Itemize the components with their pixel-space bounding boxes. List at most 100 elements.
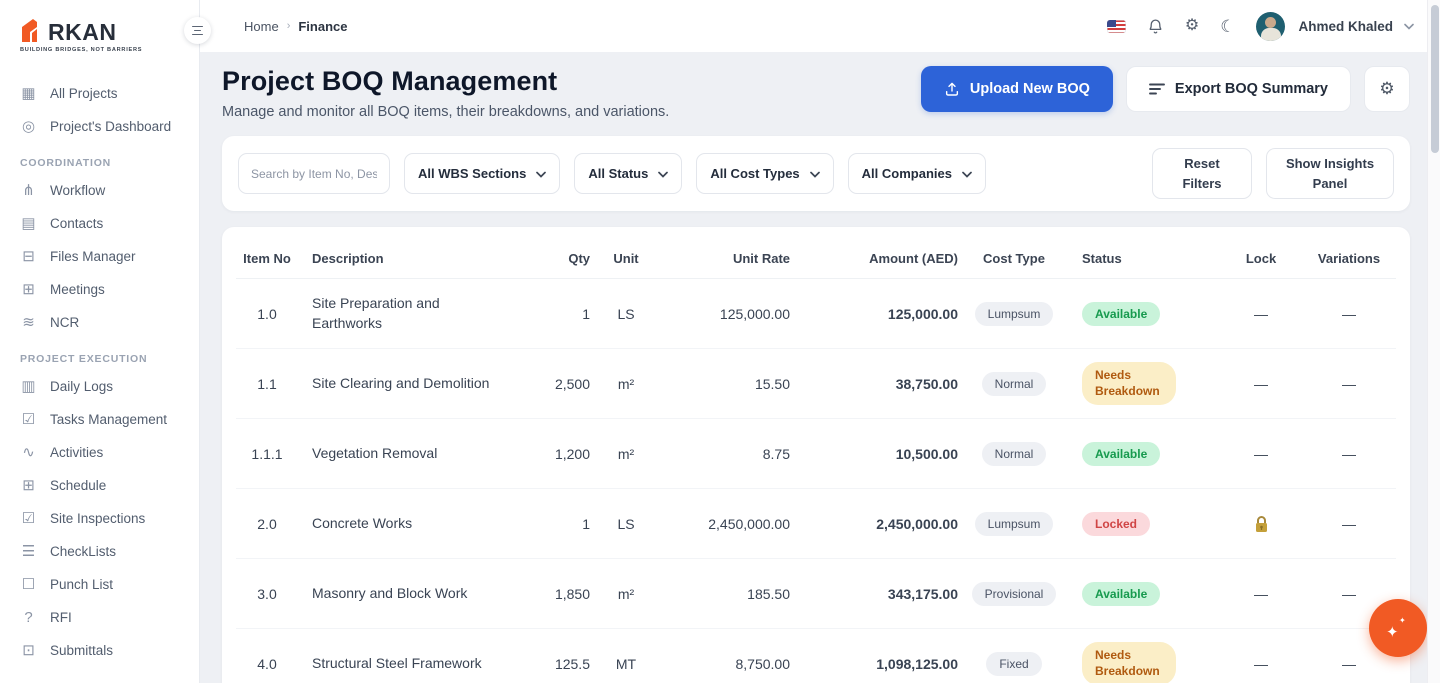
user-avatar[interactable] — [1256, 12, 1285, 41]
cell-lock: — — [1220, 656, 1302, 672]
dark-mode-moon-icon[interactable]: ☾ — [1220, 18, 1235, 35]
sidebar-item-projects[interactable]: ▦All Projects — [0, 77, 199, 110]
sidebar-item-submittals[interactable]: ⊡Submittals — [0, 634, 199, 667]
rfi-icon: ? — [20, 610, 37, 625]
column-header: Unit Rate — [662, 251, 790, 267]
sidebar-item-label: Tasks Management — [50, 412, 167, 427]
notifications-bell-icon[interactable] — [1147, 18, 1164, 35]
cell-cost-type: Lumpsum — [958, 302, 1070, 326]
cell-lock: — — [1220, 376, 1302, 392]
user-menu-chevron-icon[interactable] — [1404, 17, 1414, 35]
cost-type-badge: Normal — [982, 442, 1047, 466]
checklists-icon: ☰ — [20, 544, 37, 559]
cell-lock — [1220, 514, 1302, 532]
column-header: Variations — [1302, 251, 1396, 267]
cost-type-filter-select[interactable]: All Cost Types — [696, 153, 833, 194]
status-badge: Available — [1082, 302, 1160, 326]
boq-table: Item NoDescriptionQtyUnitUnit RateAmount… — [222, 227, 1410, 683]
cell-qty: 1,200 — [498, 446, 590, 462]
sidebar-item-checklists[interactable]: ☰CheckLists — [0, 535, 199, 568]
wbs-filter-select[interactable]: All WBS Sections — [404, 153, 560, 194]
cell-description: Vegetation Removal — [298, 444, 498, 464]
main-content: Project BOQ Management Manage and monito… — [200, 0, 1440, 683]
status-badge: Available — [1082, 582, 1160, 606]
scrollbar-thumb[interactable] — [1431, 5, 1439, 153]
column-header: Lock — [1220, 251, 1302, 267]
column-header: Description — [298, 251, 498, 267]
table-row[interactable]: 4.0Structural Steel Framework125.5MT8,75… — [236, 629, 1396, 683]
sidebar-item-label: Meetings — [50, 282, 105, 297]
sidebar-item-label: NCR — [50, 315, 79, 330]
table-row[interactable]: 1.1.1Vegetation Removal1,200m²8.7510,500… — [236, 419, 1396, 489]
cell-qty: 125.5 — [498, 656, 590, 672]
table-row[interactable]: 1.1Site Clearing and Demolition2,500m²15… — [236, 349, 1396, 419]
sidebar-item-contacts[interactable]: ▤Contacts — [0, 207, 199, 240]
column-header: Cost Type — [958, 251, 1070, 267]
export-lines-icon — [1149, 82, 1165, 96]
table-row[interactable]: 1.0Site Preparation and Earthworks1LS125… — [236, 279, 1396, 349]
sidebar-toggle-button[interactable] — [184, 17, 211, 44]
search-input[interactable] — [238, 153, 390, 194]
cost-type-badge: Provisional — [972, 582, 1057, 606]
user-name[interactable]: Ahmed Khaled — [1298, 19, 1393, 34]
status-filter-select[interactable]: All Status — [574, 153, 682, 194]
sidebar-item-tasks-management[interactable]: ☑Tasks Management — [0, 403, 199, 436]
column-header: Unit — [590, 251, 662, 267]
show-insights-panel-button[interactable]: Show Insights Panel — [1266, 148, 1394, 199]
cell-description: Site Clearing and Demolition — [298, 374, 498, 394]
cell-qty: 1 — [498, 306, 590, 322]
cell-amount: 125,000.00 — [790, 306, 958, 322]
company-filter-select[interactable]: All Companies — [848, 153, 986, 194]
table-row[interactable]: 2.0Concrete Works1LS2,450,000.002,450,00… — [236, 489, 1396, 559]
upload-new-boq-button[interactable]: Upload New BOQ — [921, 66, 1113, 112]
cell-item-no: 1.1 — [236, 376, 298, 392]
sidebar-item-files-manager[interactable]: ⊟Files Manager — [0, 240, 199, 273]
language-flag-icon[interactable] — [1107, 20, 1126, 33]
page-scrollbar — [1427, 0, 1440, 683]
schedule-icon: ⊞ — [20, 478, 37, 493]
sidebar-item-workflow[interactable]: ⋔Workflow — [0, 174, 199, 207]
cell-item-no: 3.0 — [236, 586, 298, 602]
sidebar-item-ncr[interactable]: ≋NCR — [0, 306, 199, 339]
sidebar-item-activities[interactable]: ∿Activities — [0, 436, 199, 469]
ai-assistant-fab-button[interactable]: ✦ ✦ — [1369, 599, 1427, 657]
breadcrumb-separator-icon: › — [287, 20, 291, 32]
sidebar-item-label: Project's Dashboard — [50, 119, 171, 134]
sidebar-item-label: Activities — [50, 445, 103, 460]
sidebar-item-label: RFI — [50, 610, 72, 625]
breadcrumb-current[interactable]: Finance — [298, 19, 347, 34]
lock-icon — [1254, 515, 1269, 533]
cell-status: Needs Breakdown — [1070, 642, 1220, 683]
table-row[interactable]: 3.0Masonry and Block Work1,850m²185.5034… — [236, 559, 1396, 629]
export-boq-summary-button[interactable]: Export BOQ Summary — [1126, 66, 1351, 112]
settings-gear-icon[interactable]: ⚙ — [1185, 18, 1199, 34]
sidebar-item-site-inspections[interactable]: ☑Site Inspections — [0, 502, 199, 535]
sidebar-item-dashboard[interactable]: ◎Project's Dashboard — [0, 110, 199, 143]
sidebar-item-schedule[interactable]: ⊞Schedule — [0, 469, 199, 502]
cell-description: Concrete Works — [298, 514, 498, 534]
select-value: All Companies — [862, 166, 952, 181]
select-value: All Cost Types — [710, 166, 799, 181]
sidebar-item-meetings[interactable]: ⊞Meetings — [0, 273, 199, 306]
cell-unit: m² — [590, 376, 662, 392]
status-badge: Available — [1082, 442, 1160, 466]
cell-variations: — — [1302, 656, 1396, 672]
breadcrumb-home[interactable]: Home — [244, 19, 279, 34]
column-header: Item No — [236, 251, 298, 267]
cell-variations: — — [1302, 376, 1396, 392]
reset-filters-button[interactable]: Reset Filters — [1152, 148, 1252, 199]
sidebar-item-daily-logs[interactable]: ▥Daily Logs — [0, 370, 199, 403]
cell-unit-rate: 8,750.00 — [662, 656, 790, 672]
sidebar-section-title: PROJECT EXECUTION — [0, 339, 199, 370]
sidebar-item-rfi[interactable]: ? RFI — [0, 601, 199, 634]
projects-icon: ▦ — [20, 86, 37, 101]
boq-settings-gear-button[interactable]: ⚙ — [1364, 66, 1410, 112]
sparkle-small-icon: ✦ — [1399, 616, 1406, 625]
cost-type-badge: Lumpsum — [975, 512, 1054, 536]
sidebar-item-punch-list[interactable]: ☐Punch List — [0, 568, 199, 601]
cell-cost-type: Normal — [958, 372, 1070, 396]
cell-unit-rate: 185.50 — [662, 586, 790, 602]
punch-list-icon: ☐ — [20, 577, 37, 592]
cell-unit: m² — [590, 446, 662, 462]
cell-unit: MT — [590, 656, 662, 672]
